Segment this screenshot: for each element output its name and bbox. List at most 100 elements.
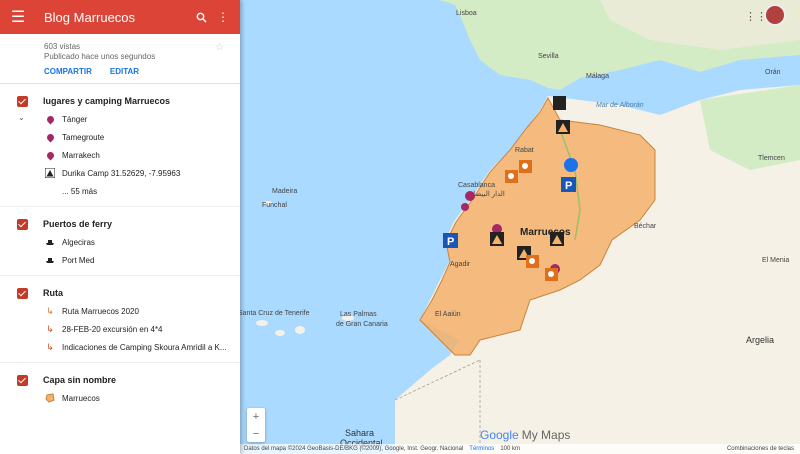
zoom-in-button[interactable]: + [247, 408, 265, 425]
ferry-icon [44, 256, 56, 264]
zoom-out-button[interactable]: − [247, 425, 265, 442]
layer-header[interactable]: lugares y camping Marruecos [0, 92, 240, 110]
share-button[interactable]: COMPARTIR [44, 67, 92, 76]
published-status: Publicado hace unos segundos [44, 52, 156, 61]
map-marker-pin[interactable] [461, 203, 469, 211]
sidebar-panel: ☰ Blog Marruecos ⋮ 603 vistas Publicado … [0, 0, 240, 454]
map-marker-photo[interactable] [519, 160, 532, 173]
map-marker-photo[interactable] [545, 268, 558, 281]
more-vert-icon[interactable]: ⋮ [212, 0, 234, 34]
layer-capa-sin-nombre: Capa sin nombre Marruecos [0, 363, 240, 413]
map-marker-parking[interactable]: P [443, 233, 458, 248]
star-icon[interactable]: ☆ [215, 42, 224, 53]
map-marker-pin[interactable] [465, 191, 475, 201]
route-icon: ↳ [46, 341, 54, 352]
label-rabat: Rabat [515, 147, 534, 154]
map-marker-shop[interactable] [564, 158, 578, 172]
list-item[interactable]: ↳ Ruta Marruecos 2020 [0, 302, 240, 320]
item-label: Marrakech [62, 150, 100, 160]
item-label: Port Med [62, 255, 95, 265]
map-marker-camping[interactable] [556, 120, 570, 134]
google-logo-text: Google [480, 428, 519, 442]
polygon-icon [44, 393, 56, 403]
layer-checkbox[interactable] [17, 95, 28, 107]
list-item[interactable]: Marrakech [0, 146, 240, 164]
attribution-text: Datos del mapa ©2024 GeoBasis-DE/BKG (©2… [244, 446, 464, 452]
label-argelia: Argelia [746, 335, 774, 345]
layer-lugares: lugares y camping Marruecos ⌄ Tánger Tam… [0, 84, 240, 207]
edit-button[interactable]: EDITAR [110, 67, 139, 76]
terms-link[interactable]: Términos [469, 444, 494, 454]
label-agadir: Agadir [450, 261, 471, 268]
label-las-palmas: Las Palmas [340, 311, 377, 318]
label-oran: Orán [765, 69, 781, 76]
list-item[interactable]: Marruecos [0, 389, 240, 407]
search-icon[interactable] [190, 0, 212, 34]
list-item[interactable]: Tamegroute [0, 128, 240, 146]
scale-label[interactable]: 100 km [500, 444, 520, 454]
map-marker-parking[interactable]: P [561, 177, 576, 192]
layer-title: Ruta [43, 288, 63, 298]
item-label: Indicaciones de Camping Skoura Amridil a… [62, 342, 227, 352]
item-label: Ruta Marruecos 2020 [62, 306, 139, 316]
avatar[interactable] [764, 4, 786, 26]
label-funchal: Funchal [262, 202, 287, 209]
pin-icon [44, 114, 56, 124]
layer-checkbox[interactable] [17, 287, 28, 299]
layer-ferry: Puertos de ferry Algeciras Port Med [0, 207, 240, 276]
map-marker-camping[interactable] [490, 232, 504, 246]
sidebar-header: ☰ Blog Marruecos ⋮ [0, 0, 240, 34]
map-marker-photo[interactable] [505, 170, 518, 183]
layer-checkbox[interactable] [17, 374, 28, 386]
list-item[interactable]: ↳ 28-FEB-20 excursión en 4*4 [0, 320, 240, 338]
zoom-control: + − [247, 408, 265, 442]
item-label: Algeciras [62, 237, 95, 247]
map-marker-camping[interactable] [550, 232, 564, 246]
layer-checkbox[interactable] [17, 218, 28, 230]
label-tlemcen: Tlemcen [758, 155, 785, 162]
mymaps-logo-text: My Maps [521, 428, 571, 442]
label-gran-canaria: de Gran Canaria [336, 321, 388, 328]
label-lisboa: Lisboa [456, 10, 477, 17]
pin-icon [44, 150, 56, 160]
ferry-icon [44, 238, 56, 246]
label-casablanca-ar: الدار البيضاء [470, 190, 505, 198]
layer-header[interactable]: Puertos de ferry [0, 215, 240, 233]
map-marker-tower[interactable] [553, 96, 566, 110]
svg-text:P: P [565, 180, 572, 192]
list-item[interactable]: Port Med [0, 251, 240, 269]
list-item[interactable]: ↳ Indicaciones de Camping Skoura Amridil… [0, 338, 240, 356]
route-icon: ↳ [46, 323, 54, 334]
pin-icon [44, 132, 56, 142]
layer-title: Capa sin nombre [43, 375, 117, 385]
item-label: 28-FEB-20 excursión en 4*4 [62, 324, 163, 334]
map-title[interactable]: Blog Marruecos [36, 10, 190, 25]
item-label: Tánger [62, 114, 88, 124]
map-meta: 603 vistas Publicado hace unos segundos … [0, 34, 240, 84]
views-count: 603 vistas [44, 42, 81, 51]
svg-text:P: P [447, 236, 454, 248]
list-item[interactable]: Durika Camp 31.52629, -7.95963 [0, 164, 240, 182]
layer-header[interactable]: Ruta [0, 284, 240, 302]
label-el-menia: El Menia [762, 257, 789, 264]
chevron-down-icon[interactable]: ⌄ [18, 113, 25, 122]
layer-header[interactable]: Capa sin nombre [0, 371, 240, 389]
label-mar-alboran: Mar de Alborán [596, 102, 644, 109]
route-icon: ↳ [46, 305, 54, 316]
label-el-aaiun: El Aaiún [435, 311, 461, 318]
meta-actions: COMPARTIR EDITAR [44, 67, 240, 76]
app-root: Lisboa Sevilla Málaga Mar de Alborán Rab… [0, 0, 800, 454]
list-item[interactable]: Algeciras [0, 233, 240, 251]
menu-icon[interactable]: ☰ [0, 0, 36, 34]
list-item[interactable]: ⌄ Tánger [0, 110, 240, 128]
show-more-link[interactable]: ... 55 más [0, 182, 240, 200]
item-label: Marruecos [62, 393, 100, 403]
map-marker-photo[interactable] [526, 255, 539, 268]
camping-icon [44, 168, 56, 178]
layer-title: Puertos de ferry [43, 219, 113, 229]
label-casablanca: Casablanca [458, 182, 495, 189]
keyboard-shortcuts-link[interactable]: Combinaciones de teclas [727, 444, 800, 454]
layer-ruta: Ruta ↳ Ruta Marruecos 2020 ↳ 28-FEB-20 e… [0, 276, 240, 363]
item-label: Tamegroute [62, 132, 105, 142]
label-sevilla: Sevilla [538, 53, 559, 60]
